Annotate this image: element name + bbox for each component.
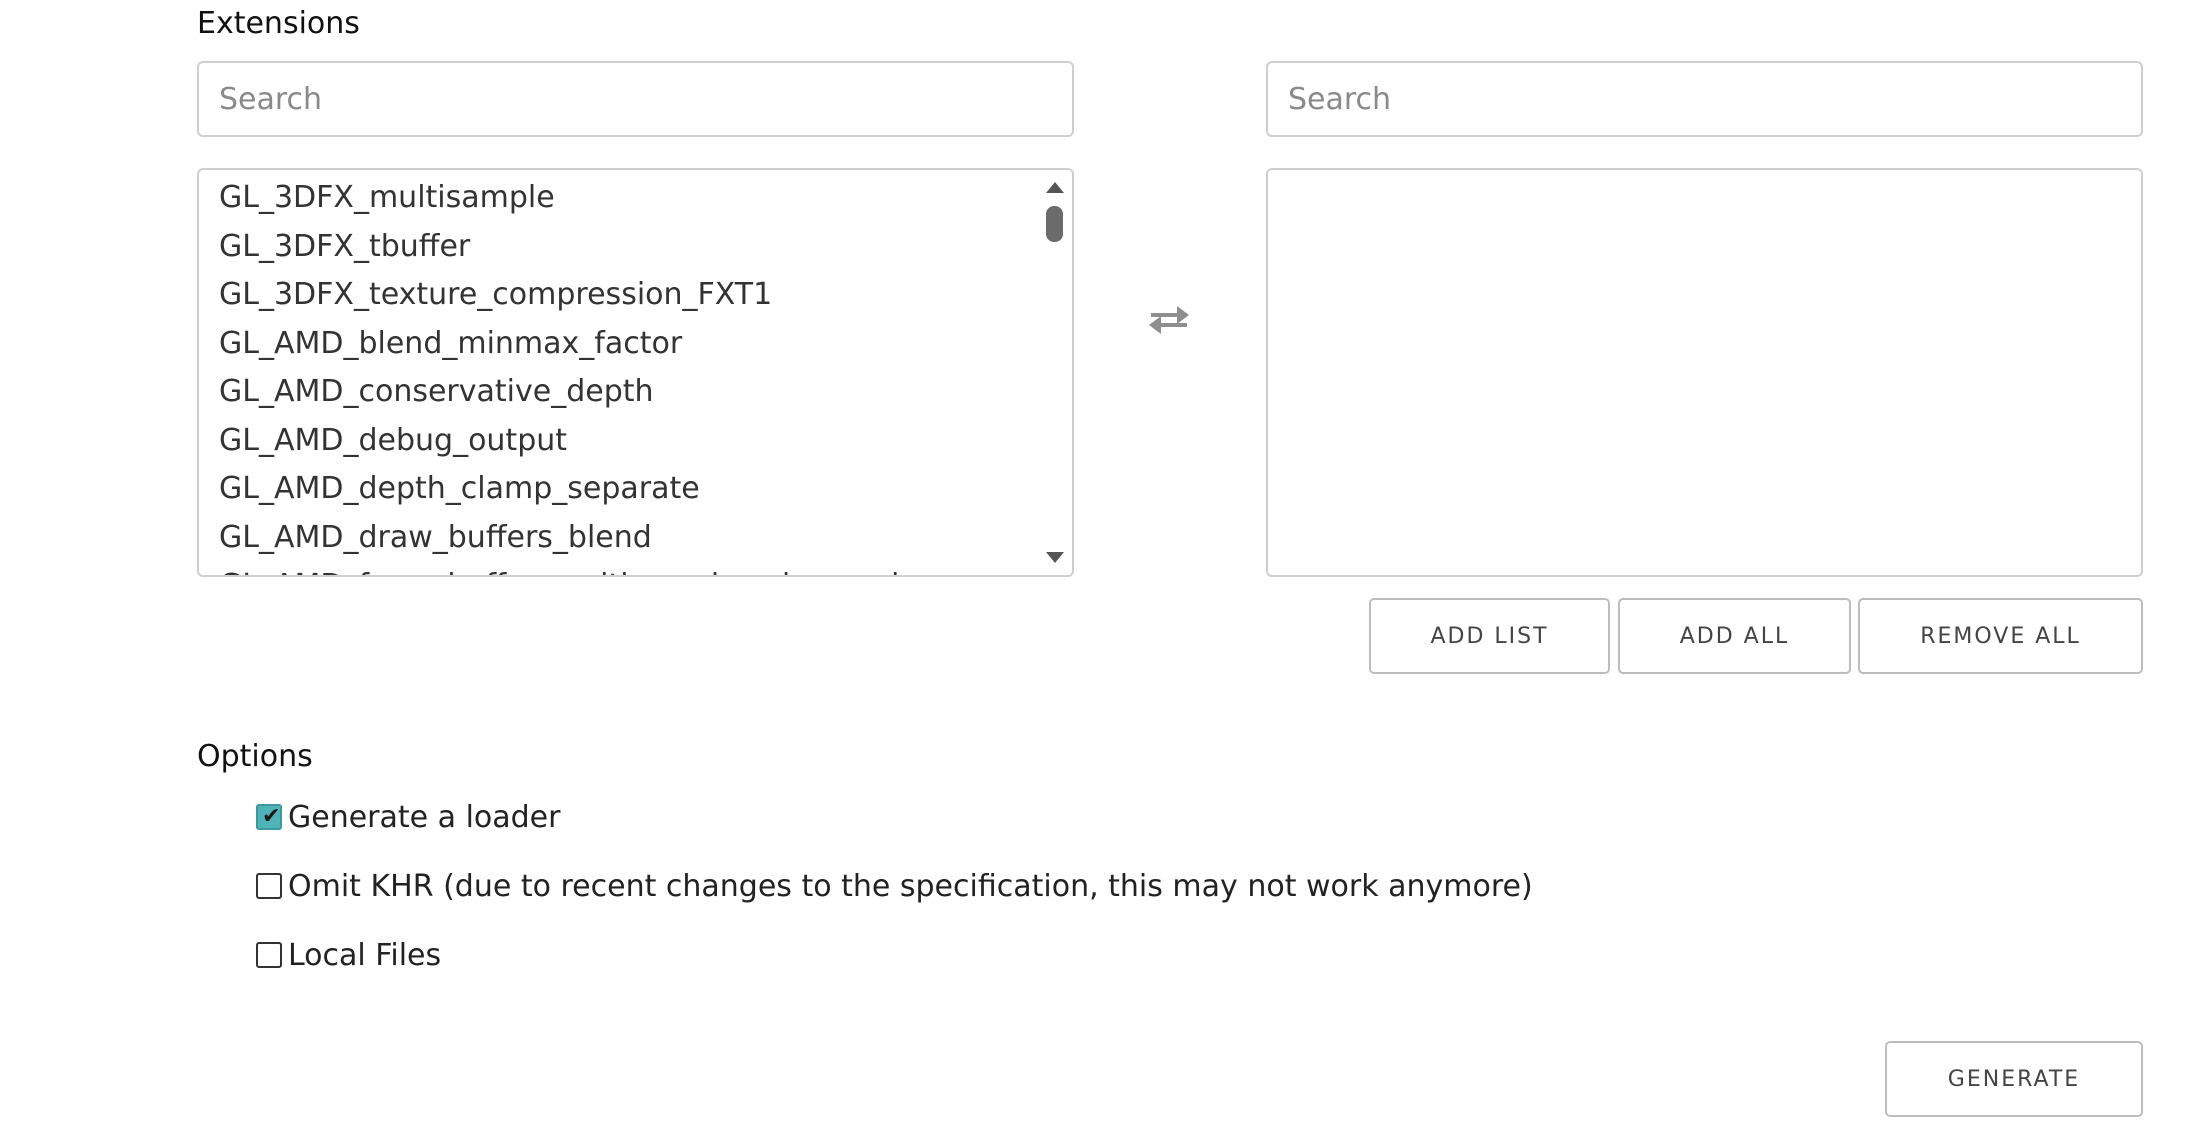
- option-local-files[interactable]: Local Files: [256, 935, 441, 975]
- list-item[interactable]: GL_AMD_depth_clamp_separate: [199, 465, 1036, 514]
- option-label: Omit KHR (due to recent changes to the s…: [288, 868, 1533, 904]
- list-item[interactable]: GL_AMD_framebuffer_multisample_advanced: [199, 562, 1036, 575]
- available-extensions-list[interactable]: GL_3DFX_multisample GL_3DFX_tbuffer GL_3…: [197, 168, 1074, 577]
- scroll-thumb[interactable]: [1046, 206, 1063, 242]
- options-heading: Options: [197, 739, 313, 774]
- option-generate-loader[interactable]: ✔ Generate a loader: [256, 797, 560, 837]
- option-omit-khr[interactable]: Omit KHR (due to recent changes to the s…: [256, 866, 1533, 906]
- selected-search-input[interactable]: [1266, 61, 2143, 137]
- local-files-checkbox[interactable]: [256, 942, 282, 968]
- list-item[interactable]: GL_AMD_blend_minmax_factor: [199, 320, 1036, 369]
- scroll-up-arrow-icon[interactable]: [1046, 182, 1064, 193]
- option-label: Generate a loader: [288, 799, 561, 835]
- list-item[interactable]: GL_3DFX_multisample: [199, 174, 1036, 223]
- checkmark-icon: ✔: [262, 804, 281, 829]
- generate-button[interactable]: GENERATE: [1885, 1041, 2143, 1117]
- add-list-button[interactable]: ADD LIST: [1369, 598, 1610, 674]
- omit-khr-checkbox[interactable]: [256, 873, 282, 899]
- list-scrollbar[interactable]: [1038, 170, 1072, 575]
- option-label: Local Files: [288, 937, 442, 973]
- extensions-heading: Extensions: [197, 6, 360, 41]
- selected-extensions-list[interactable]: [1266, 168, 2143, 577]
- list-item[interactable]: GL_3DFX_tbuffer: [199, 223, 1036, 272]
- scroll-down-arrow-icon[interactable]: [1046, 552, 1064, 563]
- generate-loader-checkbox[interactable]: ✔: [256, 804, 282, 830]
- available-extensions-items: GL_3DFX_multisample GL_3DFX_tbuffer GL_3…: [199, 170, 1036, 575]
- remove-all-button[interactable]: REMOVE ALL: [1858, 598, 2143, 674]
- swap-arrows-icon[interactable]: [1145, 298, 1193, 338]
- page: Extensions GL_3DFX_multisample GL_3DFX_t…: [0, 0, 2212, 1132]
- list-item[interactable]: GL_AMD_conservative_depth: [199, 368, 1036, 417]
- list-item[interactable]: GL_3DFX_texture_compression_FXT1: [199, 271, 1036, 320]
- list-item[interactable]: GL_AMD_draw_buffers_blend: [199, 514, 1036, 563]
- list-item[interactable]: GL_AMD_debug_output: [199, 417, 1036, 466]
- add-all-button[interactable]: ADD ALL: [1618, 598, 1851, 674]
- available-search-input[interactable]: [197, 61, 1074, 137]
